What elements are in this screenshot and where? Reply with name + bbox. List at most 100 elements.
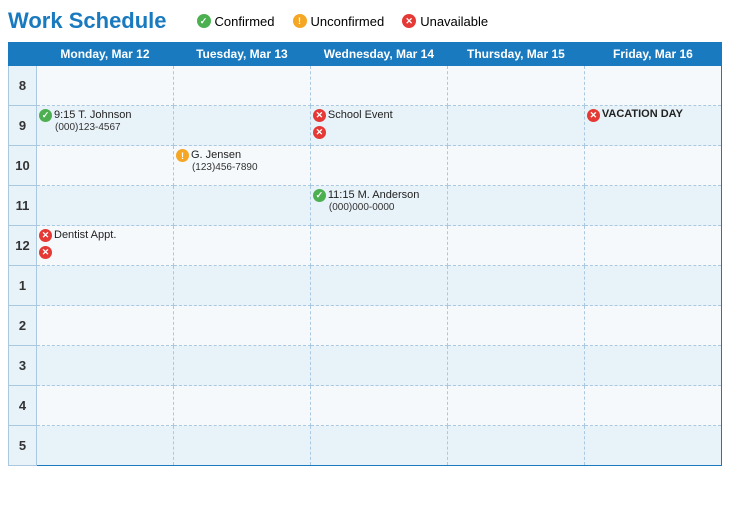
cell-11-thu[interactable] [447,186,584,226]
cell-4-fri[interactable] [584,386,721,426]
event-10-tue-text: G. Jensen [191,148,241,162]
cell-11-wed[interactable]: ✓ 11:15 M. Anderson (000)000-0000 [310,186,447,226]
legend: ✓ Confirmed ! Unconfirmed ✕ Unavailable [197,14,489,29]
event-11-wed[interactable]: ✓ 11:15 M. Anderson [313,188,445,202]
event-12-mon[interactable]: ✕ Dentist Appt. [39,228,171,242]
cell-4-tue[interactable] [173,386,310,426]
cell-12-wed[interactable] [310,226,447,266]
cell-11-tue[interactable] [173,186,310,226]
cell-8-fri[interactable] [584,66,721,106]
time-cell-12: 12 [9,226,37,266]
confirmed-icon-small: ✓ [39,109,52,122]
cell-1-thu[interactable] [447,266,584,306]
unavailable-icon-small: ✕ [313,109,326,122]
cell-11-mon[interactable] [37,186,174,226]
cell-10-thu[interactable] [447,146,584,186]
col-header-thu: Thursday, Mar 15 [447,43,584,66]
cell-11-fri[interactable] [584,186,721,226]
cell-4-mon[interactable] [37,386,174,426]
event-9-fri[interactable]: ✕ VACATION DAY [587,108,719,122]
table-row: 11 ✓ 11:15 M. Anderson (000)000-0000 [9,186,722,226]
cell-2-tue[interactable] [173,306,310,346]
cell-4-thu[interactable] [447,386,584,426]
legend-confirmed: ✓ Confirmed [197,14,275,29]
cell-3-mon[interactable] [37,346,174,386]
event-9-mon-text: 9:15 T. Johnson [54,108,131,122]
event-9-mon[interactable]: ✓ 9:15 T. Johnson [39,108,171,122]
cell-12-fri[interactable] [584,226,721,266]
cell-3-tue[interactable] [173,346,310,386]
unavailable-icon-small3: ✕ [587,109,600,122]
event-9-wed-text: School Event [328,108,393,122]
cell-5-mon[interactable] [37,426,174,466]
table-row: 1 [9,266,722,306]
cell-8-wed[interactable] [310,66,447,106]
unavailable-icon: ✕ [402,14,416,28]
event-11-wed-phone: (000)000-0000 [313,202,445,213]
cell-2-wed[interactable] [310,306,447,346]
cell-10-wed[interactable] [310,146,447,186]
event-9-mon-phone: (000)123-4567 [39,122,171,133]
page-title: Work Schedule [8,8,167,34]
schedule-table: Monday, Mar 12 Tuesday, Mar 13 Wednesday… [8,42,722,466]
cell-1-fri[interactable] [584,266,721,306]
cell-10-fri[interactable] [584,146,721,186]
cell-3-wed[interactable] [310,346,447,386]
table-row: 8 [9,66,722,106]
col-header-wed: Wednesday, Mar 14 [310,43,447,66]
table-row: 4 [9,386,722,426]
cell-10-mon[interactable] [37,146,174,186]
cell-5-tue[interactable] [173,426,310,466]
event-9-wed[interactable]: ✕ School Event [313,108,445,122]
cell-2-fri[interactable] [584,306,721,346]
col-header-mon: Monday, Mar 12 [37,43,174,66]
cell-9-fri[interactable]: ✕ VACATION DAY [584,106,721,146]
cell-5-fri[interactable] [584,426,721,466]
cell-1-tue[interactable] [173,266,310,306]
time-cell-3: 3 [9,346,37,386]
cell-5-thu[interactable] [447,426,584,466]
table-row: 9 ✓ 9:15 T. Johnson (000)123-4567 ✕ Scho… [9,106,722,146]
unconfirmed-icon: ! [293,14,307,28]
unconfirmed-icon-small: ! [176,149,189,162]
legend-unconfirmed-label: Unconfirmed [311,14,385,29]
cell-2-mon[interactable] [37,306,174,346]
cell-12-thu[interactable] [447,226,584,266]
cell-1-wed[interactable] [310,266,447,306]
cell-2-thu[interactable] [447,306,584,346]
legend-unavailable-label: Unavailable [420,14,488,29]
event-11-wed-text: 11:15 M. Anderson [328,188,420,202]
table-row: 12 ✕ Dentist Appt. ✕ [9,226,722,266]
time-cell-5: 5 [9,426,37,466]
table-row: 3 [9,346,722,386]
cell-8-thu[interactable] [447,66,584,106]
time-cell-8: 8 [9,66,37,106]
cell-8-mon[interactable] [37,66,174,106]
time-cell-4: 4 [9,386,37,426]
cell-9-mon[interactable]: ✓ 9:15 T. Johnson (000)123-4567 [37,106,174,146]
time-cell-9: 9 [9,106,37,146]
event-10-tue[interactable]: ! G. Jensen [176,148,308,162]
cell-12-tue[interactable] [173,226,310,266]
cell-10-tue[interactable]: ! G. Jensen (123)456-7890 [173,146,310,186]
cell-3-fri[interactable] [584,346,721,386]
cell-5-wed[interactable] [310,426,447,466]
table-row: 2 [9,306,722,346]
cell-12-mon[interactable]: ✕ Dentist Appt. ✕ [37,226,174,266]
time-header [9,43,37,66]
cell-1-mon[interactable] [37,266,174,306]
cell-9-tue[interactable] [173,106,310,146]
confirmed-icon-small2: ✓ [313,189,326,202]
time-cell-10: 10 [9,146,37,186]
time-cell-2: 2 [9,306,37,346]
cell-8-tue[interactable] [173,66,310,106]
col-header-fri: Friday, Mar 16 [584,43,721,66]
cell-3-thu[interactable] [447,346,584,386]
cell-4-wed[interactable] [310,386,447,426]
unavailable-icon-small4: ✕ [39,229,52,242]
cell-9-thu[interactable] [447,106,584,146]
time-cell-1: 1 [9,266,37,306]
cell-9-wed[interactable]: ✕ School Event ✕ [310,106,447,146]
table-row: 5 [9,426,722,466]
event-9-fri-text: VACATION DAY [602,108,683,120]
